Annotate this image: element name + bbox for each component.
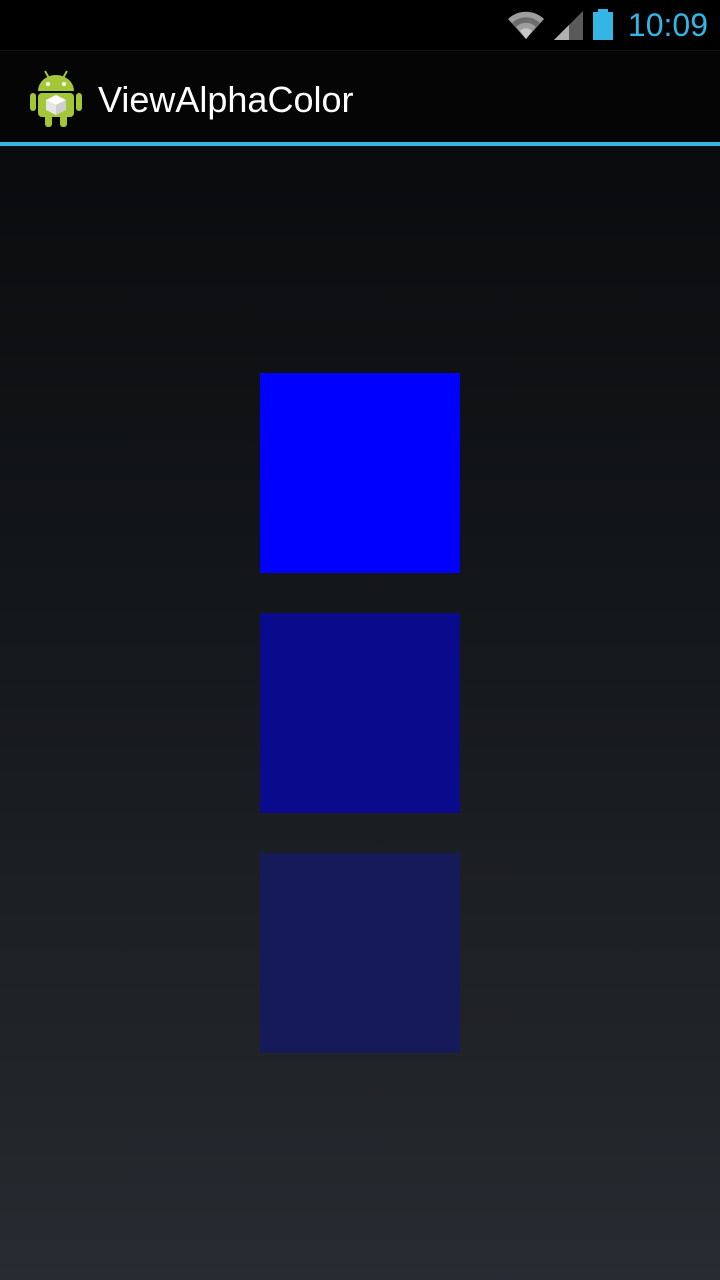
status-time: 10:09 (627, 7, 708, 43)
content-area (0, 146, 720, 1280)
battery-icon (592, 9, 614, 41)
square-semi-transparent (260, 613, 460, 813)
app-title: ViewAlphaColor (98, 79, 354, 120)
status-icons: 10:09 (506, 0, 708, 50)
square-mostly-transparent (260, 853, 460, 1053)
square-opaque (260, 373, 460, 573)
cell-signal-icon (553, 9, 584, 41)
screen: 10:09 ViewAlphaColor (0, 0, 720, 1280)
action-bar: ViewAlphaColor (0, 50, 720, 143)
wifi-icon (506, 9, 546, 41)
status-bar: 10:09 (0, 0, 720, 50)
android-app-icon[interactable] (30, 69, 82, 127)
